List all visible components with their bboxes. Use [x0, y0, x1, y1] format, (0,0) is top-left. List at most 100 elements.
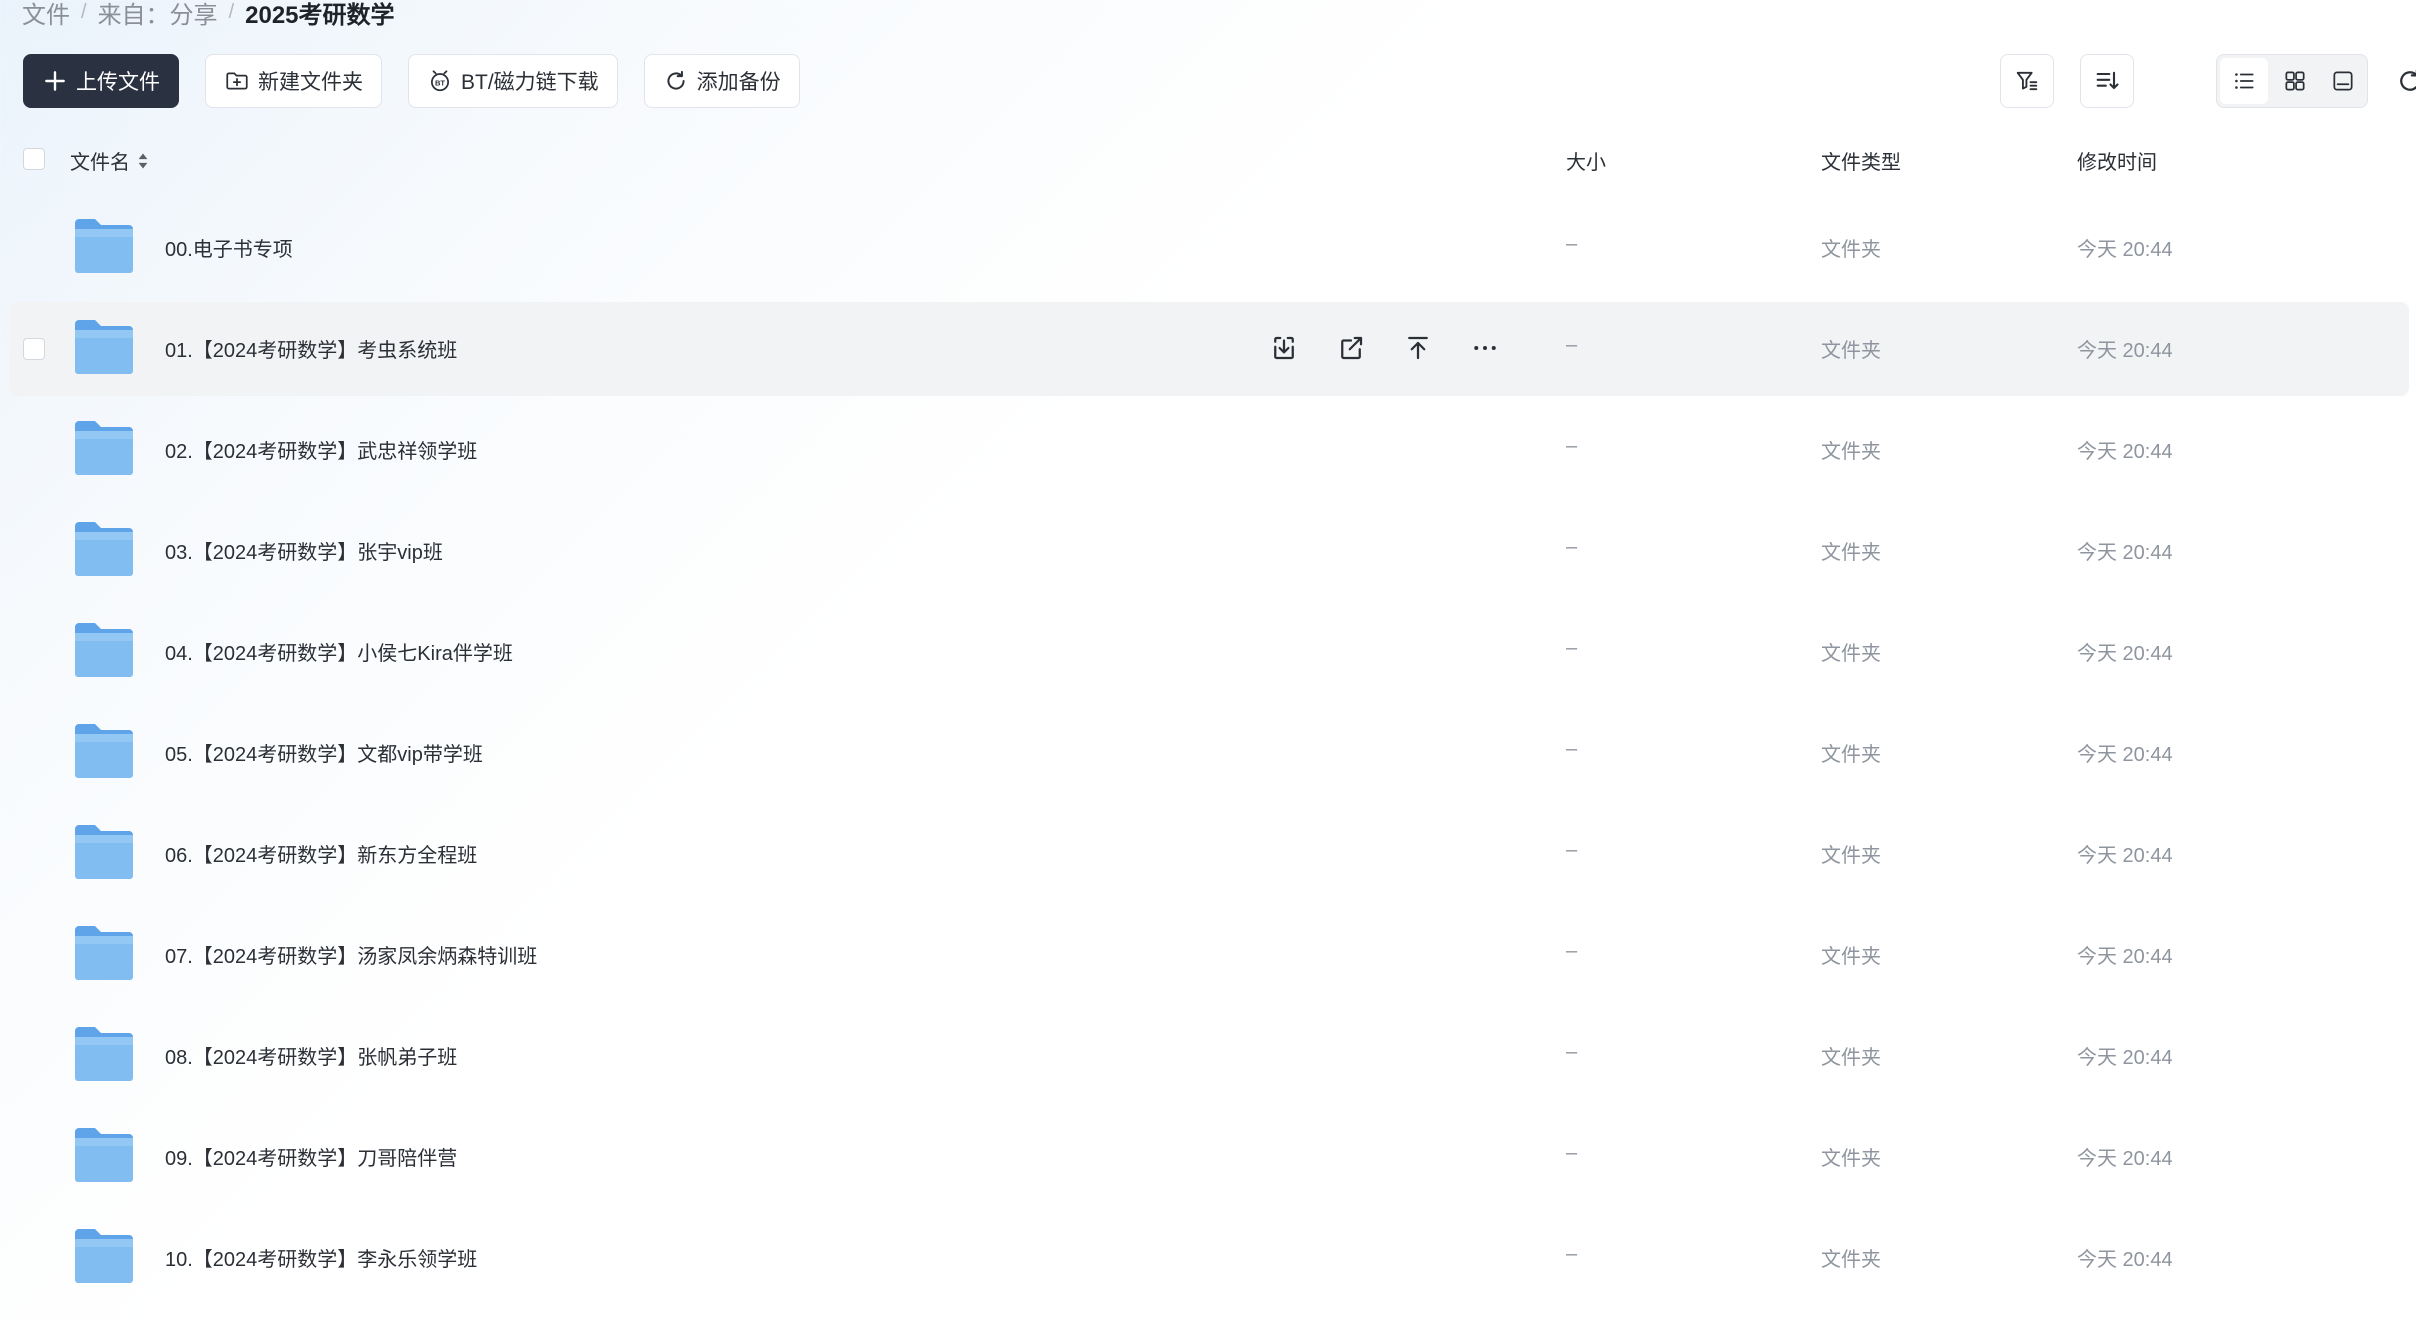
- file-size: –: [1566, 435, 1578, 457]
- filter-icon: [2016, 71, 2038, 91]
- list-view-icon: [2235, 73, 2254, 89]
- preview-view-icon: [2333, 71, 2353, 91]
- share-button[interactable]: [1333, 330, 1369, 366]
- new-folder-button[interactable]: 新建文件夹: [205, 54, 382, 108]
- file-size: –: [1566, 536, 1578, 558]
- file-name[interactable]: 05.【2024考研数学】文都vip带学班: [165, 738, 483, 767]
- file-row[interactable]: 09.【2024考研数学】刀哥陪伴营 – 文件夹 今天 20:44: [0, 1106, 2416, 1207]
- file-type: 文件夹: [1821, 946, 1881, 968]
- bt-download-button[interactable]: BT BT/磁力链下载: [408, 54, 618, 108]
- breadcrumb-separator: /: [81, 0, 87, 23]
- new-folder-icon: [226, 72, 248, 90]
- file-row[interactable]: 06.【2024考研数学】新东方全程班 – 文件夹 今天 20:44: [0, 803, 2416, 904]
- file-list: 00.电子书专项 – 文件夹 今天 20:44 01.【2024考研数学】考虫系…: [0, 197, 2416, 1308]
- breadcrumb-separator: /: [228, 0, 235, 23]
- file-name[interactable]: 03.【2024考研数学】张宇vip班: [165, 536, 443, 565]
- refresh-icon: [2400, 69, 2416, 91]
- bt-icon: BT: [431, 70, 449, 92]
- file-size: –: [1566, 1142, 1578, 1164]
- file-size: –: [1566, 637, 1578, 659]
- move-to-top-button[interactable]: [1400, 330, 1436, 366]
- sort-button[interactable]: [2080, 54, 2134, 108]
- folder-icon: [75, 320, 133, 374]
- folder-icon: [75, 825, 133, 879]
- file-size: –: [1566, 233, 1578, 255]
- more-icon: [1474, 346, 1496, 350]
- add-backup-button[interactable]: 添加备份: [643, 54, 800, 108]
- file-modified-time: 今天 20:44: [2077, 340, 2173, 362]
- file-modified-time: 今天 20:44: [2077, 239, 2173, 261]
- file-size: –: [1566, 738, 1578, 760]
- breadcrumb-source[interactable]: 来自：分享: [98, 0, 218, 30]
- column-type-header[interactable]: 文件类型: [1821, 146, 1901, 175]
- file-row[interactable]: 10.【2024考研数学】李永乐领学班 – 文件夹 今天 20:44: [0, 1207, 2416, 1308]
- file-type: 文件夹: [1821, 340, 1881, 362]
- folder-icon: [75, 219, 133, 273]
- column-name-label: 文件名: [70, 152, 130, 174]
- column-name-header[interactable]: 文件名: [70, 146, 150, 175]
- plus-icon: [45, 71, 65, 91]
- file-modified-time: 今天 20:44: [2077, 744, 2173, 766]
- svg-text:BT: BT: [435, 78, 445, 87]
- file-type: 文件夹: [1821, 643, 1881, 665]
- grid-view-button[interactable]: [2271, 55, 2319, 107]
- file-row[interactable]: 03.【2024考研数学】张宇vip班 – 文件夹 今天 20:44: [0, 500, 2416, 601]
- bt-download-label: BT/磁力链下载: [461, 71, 599, 94]
- file-type: 文件夹: [1821, 1047, 1881, 1069]
- toolbar: 上传文件 新建文件夹 BT BT/磁力链下载 添加备份: [23, 54, 826, 108]
- file-name[interactable]: 01.【2024考研数学】考虫系统班: [165, 334, 457, 363]
- filter-button[interactable]: [2000, 54, 2054, 108]
- file-name[interactable]: 10.【2024考研数学】李永乐领学班: [165, 1243, 477, 1272]
- file-name[interactable]: 07.【2024考研数学】汤家凤余炳森特训班: [165, 940, 537, 969]
- refresh-button[interactable]: [2388, 54, 2416, 108]
- file-size: –: [1566, 334, 1578, 356]
- row-checkbox[interactable]: [23, 338, 45, 360]
- file-modified-time: 今天 20:44: [2077, 542, 2173, 564]
- file-row[interactable]: 01.【2024考研数学】考虫系统班 – 文件夹 今天 20:44: [0, 298, 2416, 399]
- download-button[interactable]: [1266, 330, 1302, 366]
- file-name[interactable]: 00.电子书专项: [165, 233, 293, 262]
- file-type: 文件夹: [1821, 744, 1881, 766]
- column-size-header[interactable]: 大小: [1566, 146, 1606, 175]
- file-row[interactable]: 08.【2024考研数学】张帆弟子班 – 文件夹 今天 20:44: [0, 1005, 2416, 1106]
- upload-label: 上传文件: [76, 71, 160, 94]
- file-name[interactable]: 04.【2024考研数学】小侯七Kira伴学班: [165, 637, 513, 666]
- grid-view-icon: [2285, 71, 2305, 91]
- view-tools: [2000, 54, 2416, 108]
- file-type: 文件夹: [1821, 1249, 1881, 1271]
- file-list-header: 文件名 大小 文件类型 修改时间: [0, 134, 2416, 184]
- file-type: 文件夹: [1821, 542, 1881, 564]
- folder-icon: [75, 421, 133, 475]
- more-button[interactable]: [1467, 330, 1503, 366]
- file-row[interactable]: 07.【2024考研数学】汤家凤余炳森特训班 – 文件夹 今天 20:44: [0, 904, 2416, 1005]
- preview-view-button[interactable]: [2319, 55, 2367, 107]
- file-name[interactable]: 02.【2024考研数学】武忠祥领学班: [165, 435, 477, 464]
- file-modified-time: 今天 20:44: [2077, 946, 2173, 968]
- column-modified-header[interactable]: 修改时间: [2077, 146, 2157, 175]
- row-background: [9, 201, 2409, 295]
- file-size: –: [1566, 1041, 1578, 1063]
- breadcrumb: 文件 / 来自：分享 / 2025考研数学: [22, 0, 395, 30]
- file-name[interactable]: 06.【2024考研数学】新东方全程班: [165, 839, 477, 868]
- folder-icon: [75, 1229, 133, 1283]
- file-modified-time: 今天 20:44: [2077, 643, 2173, 665]
- file-row[interactable]: 04.【2024考研数学】小侯七Kira伴学班 – 文件夹 今天 20:44: [0, 601, 2416, 702]
- list-view-button[interactable]: [2220, 58, 2268, 104]
- file-row[interactable]: 02.【2024考研数学】武忠祥领学班 – 文件夹 今天 20:44: [0, 399, 2416, 500]
- file-size: –: [1566, 940, 1578, 962]
- file-name[interactable]: 09.【2024考研数学】刀哥陪伴营: [165, 1142, 457, 1171]
- file-row[interactable]: 05.【2024考研数学】文都vip带学班 – 文件夹 今天 20:44: [0, 702, 2416, 803]
- share-icon: [1341, 336, 1363, 360]
- select-all-checkbox[interactable]: [23, 148, 45, 170]
- upload-button[interactable]: 上传文件: [23, 54, 179, 108]
- file-type: 文件夹: [1821, 239, 1881, 261]
- file-modified-time: 今天 20:44: [2077, 845, 2173, 867]
- add-backup-label: 添加备份: [696, 71, 781, 94]
- breadcrumb-root[interactable]: 文件: [22, 0, 70, 30]
- file-row[interactable]: 00.电子书专项 – 文件夹 今天 20:44: [0, 197, 2416, 298]
- folder-icon: [75, 522, 133, 576]
- view-mode-switch: [2216, 54, 2368, 108]
- backup-icon: [667, 70, 685, 90]
- file-name[interactable]: 08.【2024考研数学】张帆弟子班: [165, 1041, 457, 1070]
- file-modified-time: 今天 20:44: [2077, 441, 2173, 463]
